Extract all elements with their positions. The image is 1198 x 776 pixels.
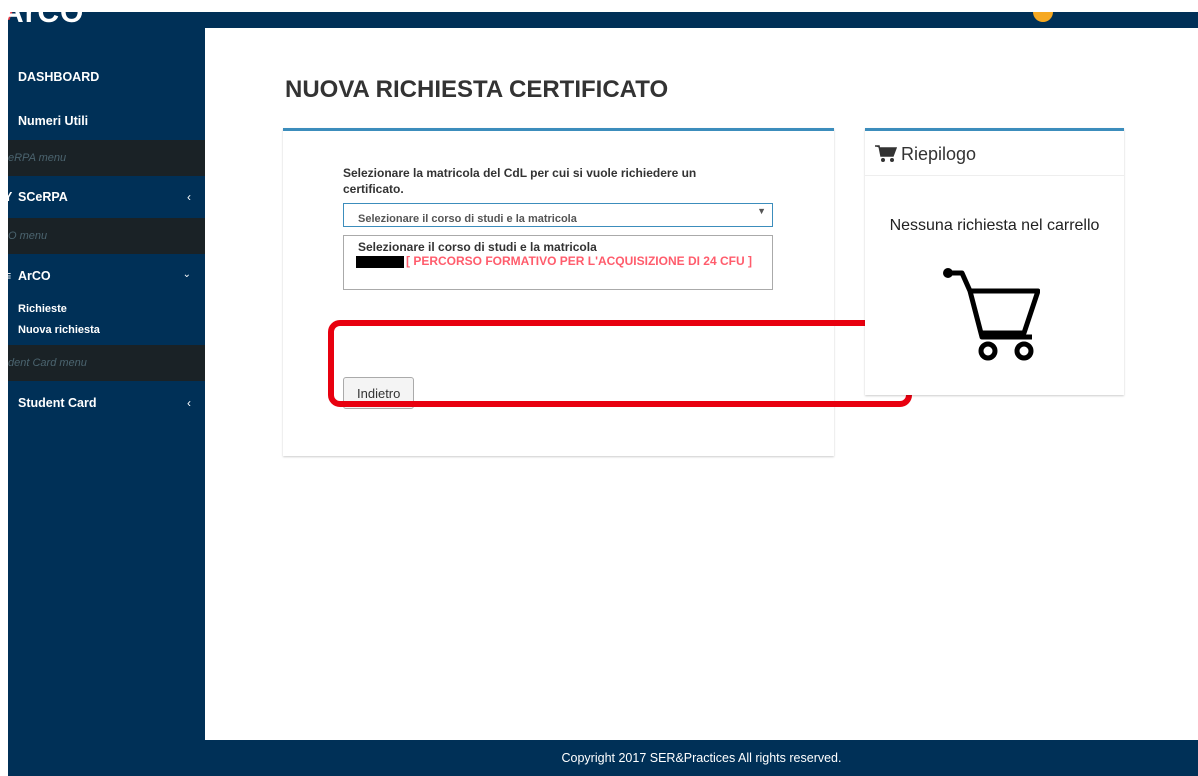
shopping-cart-icon xyxy=(875,145,897,162)
sidebar-item-label: DASHBOARD xyxy=(18,70,100,84)
sidebar-item-label: ArCO xyxy=(18,269,51,283)
top-navbar: ArCO xyxy=(8,12,1198,29)
chevron-left-icon: ‹ xyxy=(187,396,191,410)
sidebar-header-label: eRPA menu xyxy=(8,152,67,164)
request-form-box: Selezionare la matricola del CdL per cui… xyxy=(283,128,912,456)
summary-title: Riepilogo xyxy=(901,144,977,164)
summary-box: Riepilogo Nessuna richiesta nel carrello xyxy=(865,128,1124,395)
chevron-down-icon: ⌄ xyxy=(182,269,191,280)
sidebar-header-arco: O menu xyxy=(8,218,205,254)
chevron-left-icon: ‹ xyxy=(187,190,191,204)
sidebar-item-label: Student Card xyxy=(18,396,97,410)
dropdown-option-24cfu[interactable]: [ PERCORSO FORMATIVO PER L'ACQUISIZIONE … xyxy=(406,254,752,268)
footer: Copyright 2017 SER&Practices All rights … xyxy=(205,740,1198,776)
app-window: ArCO DASHBOARD Numeri Utili eRPA menu Y … xyxy=(8,12,1198,776)
sidebar-header-scerpa: eRPA menu xyxy=(8,140,205,176)
sidebar-header-label: O menu xyxy=(8,230,48,242)
sidebar-item-label: Numeri Utili xyxy=(18,114,89,128)
copyright-text: Copyright 2017 SER&Practices All rights … xyxy=(561,751,842,765)
select-instruction: Selezionare la matricola del CdL per cui… xyxy=(343,166,697,196)
dropdown-option-placeholder[interactable]: Selezionare il corso di studi e la matri… xyxy=(358,240,597,254)
empty-cart-icon xyxy=(943,268,1040,361)
page-title: NUOVA RICHIESTA CERTIFICATO xyxy=(285,76,669,103)
scerpa-icon: Y xyxy=(8,190,13,204)
sidebar-header-student-card: dent Card menu xyxy=(8,345,205,381)
summary-header: Riepilogo xyxy=(865,131,1124,176)
sidebar-subitem-richieste[interactable]: Richieste xyxy=(18,303,67,315)
arco-icon: ≡ xyxy=(8,269,11,283)
matricola-select[interactable]: Selezionare il corso di studi e la matri… xyxy=(343,203,773,227)
dropdown-arrow-icon: ▼ xyxy=(757,206,766,216)
sidebar-item-label: SCeRPA xyxy=(18,190,68,204)
highlight-annotation xyxy=(328,320,912,407)
redacted-matricola xyxy=(356,256,404,268)
select-current-value: Selezionare il corso di studi e la matri… xyxy=(358,213,577,225)
sidebar-header-label: dent Card menu xyxy=(8,357,87,369)
select-dropdown-list: Selezionare il corso di studi e la matri… xyxy=(343,235,773,290)
sidebar-subitem-nuova-richiesta[interactable]: Nuova richiesta xyxy=(18,324,100,336)
sidebar: DASHBOARD Numeri Utili eRPA menu Y SCeRP… xyxy=(8,28,205,776)
empty-cart-message: Nessuna richiesta nel carrello xyxy=(889,217,1100,234)
main-content: NUOVA RICHIESTA CERTIFICATO Selezionare … xyxy=(205,28,1198,740)
user-avatar-icon[interactable] xyxy=(1033,12,1053,22)
